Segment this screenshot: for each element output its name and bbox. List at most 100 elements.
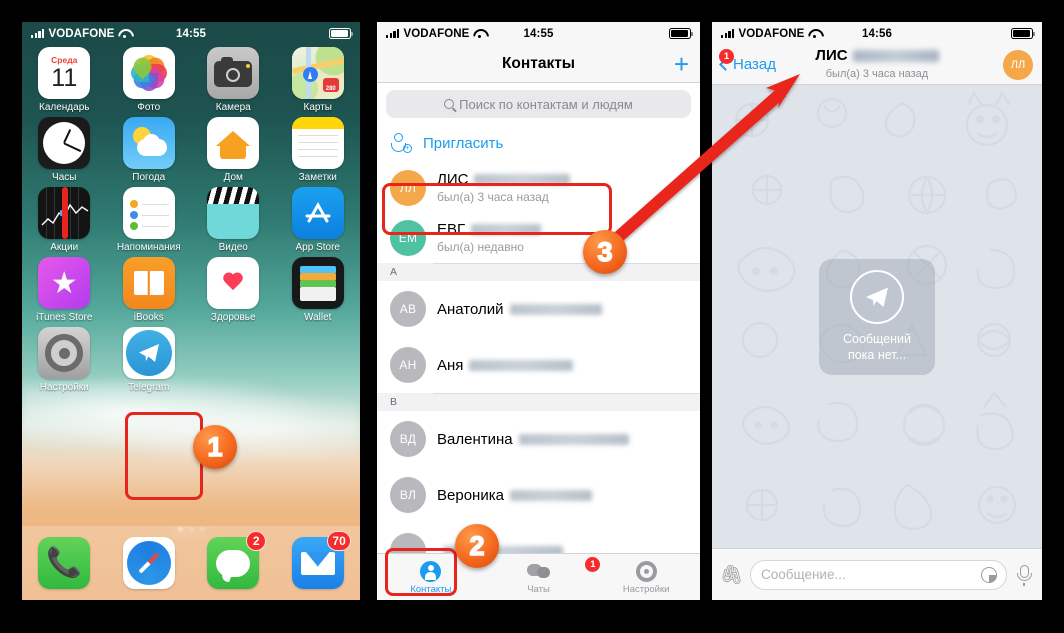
avatar[interactable]: ЛЛ: [1003, 49, 1033, 80]
contact-row-anatoliy[interactable]: АВ Анатолий: [377, 281, 700, 337]
app-health[interactable]: Здоровье: [196, 257, 270, 323]
phone-panel-chat: VODAFONE 14:56 Назад 1 ЛИС был(а) 3 часа…: [712, 22, 1042, 600]
gear-icon: [635, 560, 657, 582]
contact-name: Аня: [437, 357, 574, 374]
app-telegram[interactable]: Telegram: [112, 327, 186, 393]
sticker-icon[interactable]: [981, 566, 997, 583]
phone-panel-home: VODAFONE 14:55 Среда 11 Календарь Фото К…: [22, 22, 360, 600]
app-label: Telegram: [128, 382, 170, 393]
battery-area: [329, 28, 354, 39]
app-photos[interactable]: Фото: [112, 47, 186, 113]
search-icon: [444, 99, 455, 109]
empty-line-1: Сообщений: [842, 332, 912, 346]
app-label: Видео: [218, 242, 248, 253]
battery-area: [1011, 28, 1036, 39]
app-ibooks[interactable]: iBooks: [112, 257, 186, 323]
camera-icon: [207, 47, 260, 99]
contact-name: Валентина: [437, 431, 629, 448]
health-icon: [207, 257, 260, 309]
maps-icon: 280: [291, 47, 344, 99]
telegram-icon: [122, 327, 175, 379]
chat-contact-status: был(а) 3 часа назад: [825, 68, 929, 80]
status-bar-home: VODAFONE 14:55: [22, 22, 360, 45]
chat-bubbles-icon: [527, 562, 550, 581]
highlight-contact-lis: [382, 183, 612, 235]
dock-messages[interactable]: 2: [207, 531, 267, 589]
home-row: Среда 11 Календарь Фото Камера 280 Карты: [22, 47, 360, 113]
app-settings[interactable]: Настройки: [27, 327, 101, 393]
tab-chats[interactable]: 1 Чаты: [485, 556, 601, 595]
app-home[interactable]: Дом: [196, 117, 270, 183]
ibooks-icon: [122, 257, 175, 309]
home-dock: 📞 2 70: [22, 526, 360, 600]
chat-navbar: Назад 1 ЛИС был(а) 3 часа назад ЛЛ: [712, 45, 1042, 85]
app-label: Камера: [215, 102, 251, 113]
reminders-icon: [122, 187, 175, 239]
app-calendar[interactable]: Среда 11 Календарь: [27, 47, 101, 113]
message-input[interactable]: Сообщение...: [750, 559, 1007, 590]
app-label: Погода: [132, 172, 166, 183]
page-title: Контакты: [501, 54, 576, 72]
add-contact-button[interactable]: +: [674, 51, 689, 77]
app-label: Фото: [137, 102, 161, 113]
tab-icon-wrap: [592, 560, 700, 583]
app-wallet[interactable]: Wallet: [281, 257, 355, 323]
screenshot-stage: VODAFONE 14:55 Среда 11 Календарь Фото К…: [0, 0, 1064, 633]
home-icon-grid: Среда 11 Календарь Фото Камера 280 Карты…: [22, 47, 360, 397]
clock-label: 14:56: [862, 27, 892, 40]
dock-safari[interactable]: [122, 537, 175, 589]
contact-row-veronika[interactable]: ВЛ Вероника: [377, 467, 700, 523]
app-maps[interactable]: 280 Карты: [281, 47, 355, 113]
app-label: Календарь: [39, 102, 90, 113]
app-itunes[interactable]: ★ iTunes Store: [27, 257, 101, 323]
section-header-v: В: [377, 393, 700, 411]
contact-name: Анатолий: [437, 301, 602, 318]
contact-row-valentina[interactable]: ВД Валентина: [377, 411, 700, 467]
app-camera[interactable]: Камера: [196, 47, 270, 113]
tab-label: Настройки: [622, 583, 670, 595]
search-input[interactable]: Поиск по контактам и людям: [386, 90, 691, 118]
app-label: Wallet: [304, 312, 332, 323]
contact-name: Вероника: [437, 487, 592, 504]
avatar: АН: [390, 347, 426, 383]
battery-icon: [329, 28, 354, 39]
step-number: 1: [207, 431, 224, 463]
paperclip-icon[interactable]: 🖇: [719, 564, 743, 586]
step-number: 2: [469, 530, 486, 562]
dock-phone[interactable]: 📞: [38, 537, 91, 589]
status-bar-contacts: VODAFONE 14:55: [377, 22, 700, 45]
contact-row-anya[interactable]: АН Аня: [377, 337, 700, 393]
chat-input-bar: 🖇 Сообщение...: [712, 548, 1042, 600]
calendar-icon: Среда 11: [38, 47, 91, 99]
dock-mail[interactable]: 70: [291, 531, 351, 589]
tab-settings[interactable]: Настройки: [592, 560, 700, 595]
step-badge-1: 1: [193, 425, 237, 469]
home-row: Часы Погода Дом Заметки: [22, 117, 360, 183]
app-stocks[interactable]: Акции: [27, 187, 101, 253]
search-placeholder: Поиск по контактам и людям: [459, 96, 633, 112]
back-button[interactable]: Назад 1: [719, 49, 776, 73]
app-clock[interactable]: Часы: [27, 117, 101, 183]
battery-area: [669, 28, 694, 39]
stocks-icon: [38, 187, 91, 239]
app-label: Акции: [50, 242, 79, 253]
contacts-navbar: Контакты +: [377, 45, 700, 83]
app-videos[interactable]: Видео: [196, 187, 270, 253]
app-weather[interactable]: Погода: [112, 117, 186, 183]
invite-button[interactable]: + Пригласить: [377, 124, 700, 163]
step-badge-2: 2: [455, 524, 499, 568]
app-reminders[interactable]: Напоминания: [112, 187, 186, 253]
weather-icon: [122, 117, 175, 169]
back-unread-badge: 1: [719, 49, 734, 64]
contact-status: был(а) недавно: [437, 239, 524, 254]
add-person-icon: +: [390, 133, 412, 153]
app-label: iBooks: [133, 312, 164, 323]
microphone-icon[interactable]: [1016, 564, 1032, 586]
photos-icon: [122, 47, 175, 99]
tab-label: Чаты: [527, 583, 550, 595]
phone-panel-contacts: VODAFONE 14:55 Контакты + Поиск по конта…: [377, 22, 700, 600]
section-header-a: А: [377, 263, 700, 281]
app-notes[interactable]: Заметки: [281, 117, 355, 183]
telegram-plane-icon: [850, 270, 904, 324]
app-appstore[interactable]: App Store: [281, 187, 355, 253]
